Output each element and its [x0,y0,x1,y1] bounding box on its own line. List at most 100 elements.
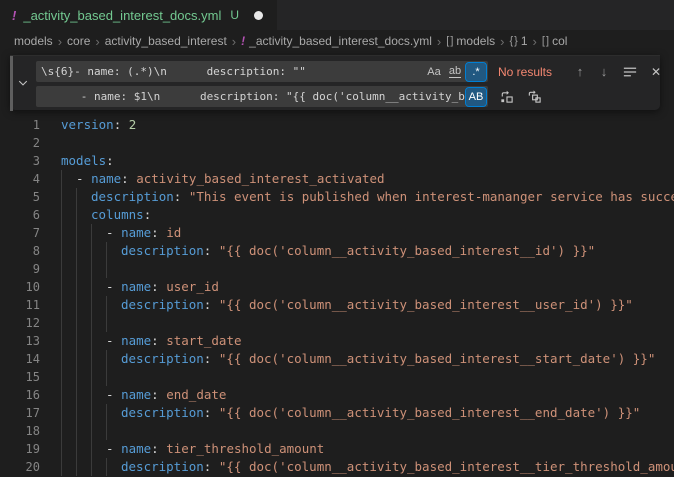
next-match-button[interactable]: ↓ [594,62,614,82]
find-replace-widget: \s{6}- name: (.*)\n description: "" Aa a… [10,55,660,110]
indent-guides [61,332,106,350]
line-number: 17 [0,404,40,422]
replace-icon [499,89,514,104]
previous-match-button[interactable]: ↑ [570,62,590,82]
symbol-icon: { } [509,35,516,47]
whole-word-label: ab [449,66,461,78]
line-number: 16 [0,386,40,404]
breadcrumb-separator-icon: › [437,34,441,49]
indent-guides [61,170,76,188]
line-number: 4 [0,170,40,188]
replace-all-button[interactable] [524,87,544,107]
modified-indicator-dot[interactable] [254,11,263,20]
line-number: 12 [0,314,40,332]
arrow-up-icon: ↑ [577,64,584,79]
preserve-case-button[interactable]: AB [466,88,486,106]
code-line[interactable]: 18 [0,422,674,440]
indent-guides [61,422,121,440]
tab-filename: _activity_based_interest_docs.yml [23,8,221,23]
replace-button[interactable] [496,87,516,107]
breadcrumb-item[interactable]: core [67,34,90,48]
code-line[interactable]: 17description: "{{ doc('column__activity… [0,404,674,422]
breadcrumb-separator-icon: › [95,34,99,49]
replace-all-icon [527,89,542,104]
code-line[interactable]: 20description: "{{ doc('column__activity… [0,458,674,476]
breadcrumb-item[interactable]: [ ] models [446,34,495,48]
code-line[interactable]: 5description: "This event is published w… [0,188,674,206]
editor[interactable]: 1version: 223models:4- name: activity_ba… [0,52,674,477]
line-number: 7 [0,224,40,242]
line-number: 10 [0,278,40,296]
code-line[interactable]: 1version: 2 [0,116,674,134]
line-number: 1 [0,116,40,134]
line-number: 8 [0,242,40,260]
breadcrumb-label: col [552,34,567,48]
code-line[interactable]: 3models: [0,152,674,170]
code-line[interactable]: 10- name: user_id [0,278,674,296]
code-line[interactable]: 14description: "{{ doc('column__activity… [0,350,674,368]
tab-bar: ! _activity_based_interest_docs.yml U [0,0,674,30]
indent-guides [61,368,121,386]
code-line[interactable]: 9 [0,260,674,278]
code-area: 1version: 223models:4- name: activity_ba… [0,116,674,476]
indent-guides [61,206,91,224]
breadcrumb-separator-icon: › [533,34,537,49]
find-input-value: \s{6}- name: (.*)\n description: "" [41,65,423,78]
code-line[interactable]: 13- name: start_date [0,332,674,350]
indent-guides [61,404,121,422]
indent-guides [61,350,121,368]
match-case-button[interactable]: Aa [424,63,444,81]
indent-guides [61,458,121,476]
breadcrumb-item[interactable]: { }1 [509,34,527,48]
code-line[interactable]: 15 [0,368,674,386]
code-line[interactable]: 8description: "{{ doc('column__activity_… [0,242,674,260]
line-number: 19 [0,440,40,458]
code-line[interactable]: 19- name: tier_threshold_amount [0,440,674,458]
indent-guides [61,296,121,314]
indent-guides [61,278,106,296]
close-button[interactable]: ✕ [646,62,666,82]
breadcrumb-item[interactable]: [ ] col [542,34,568,48]
breadcrumb-separator-icon: › [58,34,62,49]
indent-guides [61,260,121,278]
line-number: 18 [0,422,40,440]
code-line[interactable]: 11description: "{{ doc('column__activity… [0,296,674,314]
find-input[interactable]: \s{6}- name: (.*)\n description: "" Aa a… [36,61,488,82]
replace-input[interactable]: - name: $1\n description: "{{ doc('colum… [36,86,488,107]
breadcrumb-item[interactable]: ! _activity_based_interest_docs.yml [241,34,432,48]
indent-guides [61,440,106,458]
indent-guides [61,188,91,206]
whole-word-button[interactable]: ab [445,63,465,81]
symbol-icon: [ ] [446,35,452,47]
code-line[interactable]: 16- name: end_date [0,386,674,404]
tab-activity-docs[interactable]: ! _activity_based_interest_docs.yml U [0,0,277,30]
yaml-file-icon: ! [12,8,16,23]
code-line[interactable]: 4- name: activity_based_interest_activat… [0,170,674,188]
breadcrumb: models › core › activity_based_interest ›! _ac… [0,30,674,52]
code-line[interactable]: 7- name: id [0,224,674,242]
line-number: 20 [0,458,40,476]
find-in-selection-button[interactable] [620,62,640,82]
breadcrumb-item[interactable]: models [14,34,53,48]
breadcrumb-label: core [67,34,90,48]
line-number: 11 [0,296,40,314]
find-results-count: No results [498,65,570,79]
breadcrumb-label: _activity_based_interest_docs.yml [249,34,432,48]
code-line[interactable]: 2 [0,134,674,152]
line-number: 9 [0,260,40,278]
code-line[interactable]: 12 [0,314,674,332]
code-line[interactable]: 6columns: [0,206,674,224]
breadcrumb-separator-icon: › [232,34,236,49]
selection-icon [623,65,637,79]
line-number: 14 [0,350,40,368]
toggle-replace-button[interactable] [15,75,31,91]
yaml-file-icon: ! [241,34,245,48]
symbol-icon: [ ] [542,35,548,47]
regex-button[interactable]: .* [466,63,486,81]
chevron-down-icon [17,77,29,89]
git-status-badge: U [230,8,239,22]
line-number: 2 [0,134,40,152]
breadcrumb-label: models [456,34,495,48]
indent-guides [61,242,121,260]
breadcrumb-item[interactable]: activity_based_interest [105,34,227,48]
